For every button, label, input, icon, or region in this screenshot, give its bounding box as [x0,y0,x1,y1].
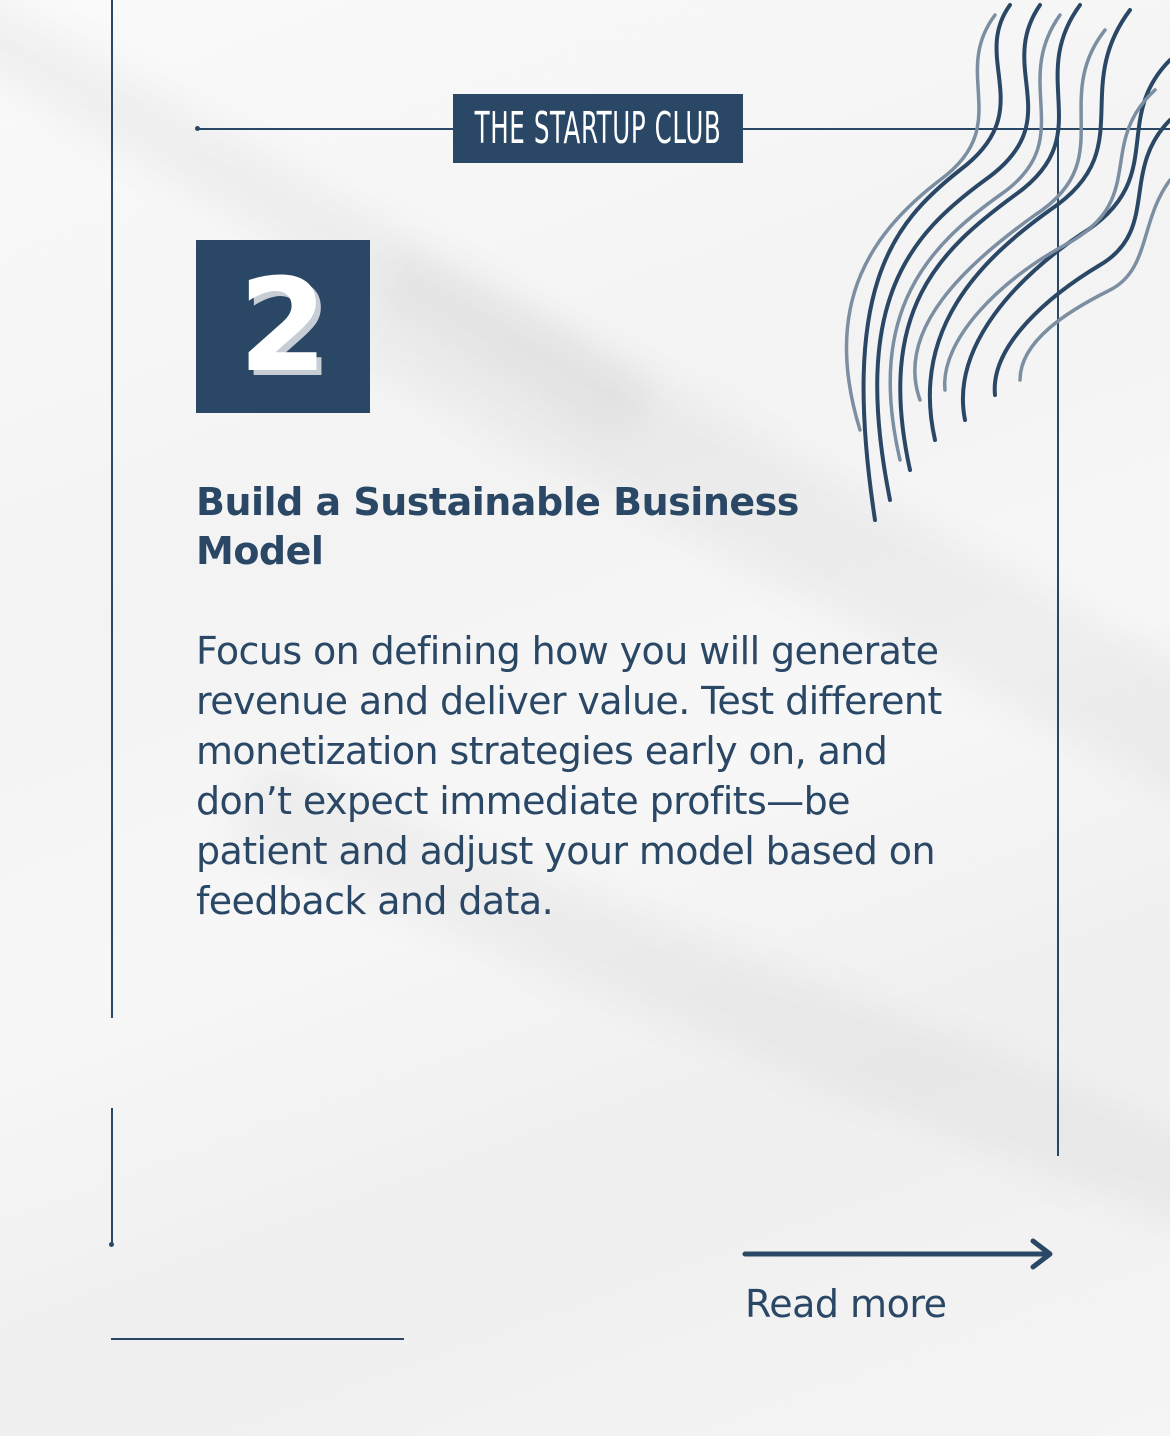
brand-name: THE STARTUP CLUB [474,103,722,154]
frame-left-dot [109,1242,114,1247]
section-heading: Build a Sustainable Business Model [196,478,856,576]
wavy-lines-icon [844,3,1170,522]
heading-line-1: Build a Sustainable Business [196,480,799,524]
step-number-badge: 2 [196,240,370,413]
arrow-right-icon[interactable] [740,1236,1060,1276]
header-rule-dot [195,126,200,131]
body-paragraph: Focus on defining how you will generate … [196,629,942,923]
frame-left-short-line [111,1108,113,1245]
frame-bottom-line [111,1338,404,1340]
header-rule-left [196,128,453,130]
heading-line-2: Model [196,529,324,573]
read-more-link[interactable]: Read more [745,1282,947,1326]
frame-left-line [111,0,113,1018]
step-number: 2 [238,251,328,401]
brand-badge: THE STARTUP CLUB [453,94,743,163]
